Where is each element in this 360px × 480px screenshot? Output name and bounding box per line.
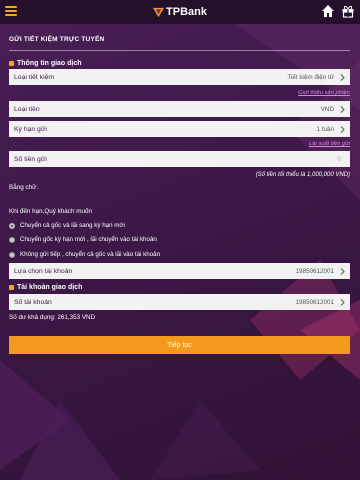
product-intro-link[interactable]: Giới thiệu sản phẩm [298, 90, 350, 96]
app-header: TPBank [0, 0, 360, 24]
chevron-right-icon [340, 105, 345, 113]
available-balance: Số dư khả dụng: 261,353 VND [9, 314, 96, 321]
minimum-amount-note: (Số tiền tối thiểu là 1,000,000 VND) [255, 172, 350, 178]
account-number-select[interactable]: Số tài khoản 19850612001 [9, 294, 350, 310]
amount-in-words-label: Bằng chữ: [9, 184, 39, 191]
maturity-option-payout-all[interactable]: Không gửi tiếp , chuyển cả gốc và lãi và… [9, 251, 160, 258]
savings-type-select[interactable]: Loại tiết kiệm Tiết kiệm điện tử [9, 69, 350, 85]
chevron-right-icon [340, 267, 345, 275]
chevron-right-icon [340, 125, 345, 133]
divider [9, 50, 350, 51]
maturity-option-rollover-principal[interactable]: Chuyển gốc kỳ hạn mới , lãi chuyển vào t… [9, 236, 157, 243]
radio-icon[interactable] [9, 251, 15, 258]
interest-rate-link[interactable]: Lãi suất tiền gửi [309, 141, 350, 147]
chevron-right-icon [340, 73, 345, 81]
chevron-right-icon [340, 298, 345, 306]
section-header-transaction-info: Thông tin giao dịch [9, 60, 82, 67]
continue-button[interactable]: Tiếp tục [9, 336, 350, 354]
logo: TPBank [153, 6, 207, 18]
maturity-instruction-label: Khi đến hạn,Quý khách muốn [9, 208, 92, 215]
deposit-amount-value: 0 [337, 155, 341, 163]
section-bullet-icon [9, 285, 14, 290]
hamburger-menu-icon[interactable] [5, 6, 17, 17]
deposit-amount-field[interactable]: Số tiền gửi 0 [9, 151, 350, 167]
currency-select[interactable]: Loại tiền VND [9, 101, 350, 117]
term-select[interactable]: Kỳ hạn gửi 1 tuần [9, 121, 350, 137]
select-account-dropdown[interactable]: Lựa chọn tài khoản 19850612001 [9, 263, 350, 279]
section-bullet-icon [9, 61, 14, 66]
radio-selected-icon[interactable] [9, 222, 15, 229]
radio-icon[interactable] [9, 236, 15, 243]
logo-text: TPBank [166, 6, 207, 18]
section-header-transaction-account: Tài khoản giao dịch [9, 284, 82, 291]
gift-icon[interactable] [341, 4, 355, 18]
home-icon[interactable] [321, 4, 335, 18]
maturity-option-rollover-all[interactable]: Chuyển cả gốc và lãi sang kỳ hạn mới [9, 222, 125, 229]
logo-mark-icon [153, 7, 165, 17]
page-title: GỬI TIẾT KIỆM TRỰC TUYẾN [9, 36, 105, 43]
